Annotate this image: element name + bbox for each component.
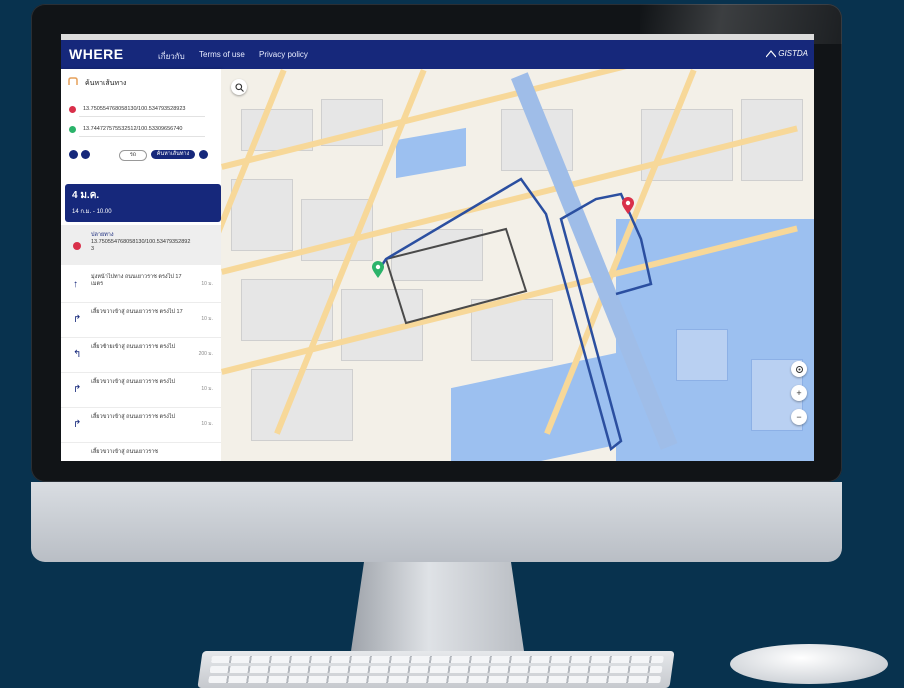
step-instruction: เลี้ยวขวาเข้าสู่ ถนนเยาวราช ตรงไป (91, 414, 176, 420)
route-alt-line (385, 227, 528, 325)
arrow-turn-right-icon: ↱ (73, 419, 82, 430)
keyboard (197, 651, 675, 688)
arrow-up-icon: ↑ (73, 279, 78, 290)
mode-car-button[interactable]: รถ (119, 150, 147, 161)
map-search-button[interactable] (231, 79, 247, 95)
step-distance: 10 ม. (201, 421, 213, 427)
top-navigation: WHERE เกี่ยวกับ Terms of use Privacy pol… (61, 40, 814, 69)
find-route-button[interactable]: ค้นหาเส้นทาง (151, 150, 195, 159)
destination-block[interactable]: ปลายทาง 13.750554768058130/100.534793528… (61, 225, 221, 265)
panel-title: ค้นหาเส้นทาง (85, 80, 127, 87)
route-duration: 14 ก.ม. - 10.00 (72, 209, 112, 215)
search-icon (234, 82, 244, 92)
route-distance: 4 ม.ค. (72, 190, 100, 201)
app-logo[interactable]: WHERE (69, 46, 124, 62)
locate-button[interactable] (791, 361, 807, 377)
nav-terms[interactable]: Terms of use (199, 50, 245, 59)
route-summary[interactable]: 4 ม.ค. 14 ก.ม. - 10.00 (65, 184, 221, 222)
arrow-turn-right-icon: ↱ (73, 384, 82, 395)
arrow-turn-right-icon: ↱ (73, 314, 82, 325)
gistda-icon (765, 49, 777, 58)
nav-about[interactable]: เกี่ยวกับ (158, 50, 185, 63)
zoom-out-button[interactable]: − (791, 409, 807, 425)
step-instruction: มุ่งหน้าไปทาง ถนนเยาวราช ตรงไป 17 เมตร (91, 274, 182, 287)
screen: WHERE เกี่ยวกับ Terms of use Privacy pol… (61, 34, 814, 461)
mouse (730, 644, 888, 684)
step-item[interactable]: ↱ เลี้ยวขวาเข้าสู่ ถนนเยาวราช ตรงไป 10 ม… (61, 408, 221, 443)
destination-label: ปลายทาง (91, 232, 114, 238)
step-item[interactable]: ↱ เลี้ยวขวาเข้าสู่ ถนนเยาวราช ตรงไป 10 ม… (61, 373, 221, 408)
destination-coord: 13.750554768058130/100.534793528923 (91, 239, 191, 252)
swap-icon[interactable] (81, 150, 90, 159)
step-item[interactable]: ↰ เลี้ยวซ้ายเข้าสู่ ถนนเยาวราช ตรงไป 200… (61, 338, 221, 373)
start-pin-icon[interactable] (371, 261, 385, 279)
monitor-stand (350, 562, 525, 658)
route-icon (68, 77, 78, 85)
route-overlay (376, 177, 653, 452)
partner-logo-text: GISTDA (778, 49, 808, 58)
step-instruction: เลี้ยวขวาเข้าสู่ ถนนเยาวราช ตรงไป (91, 379, 176, 385)
step-instruction: เลี้ยวซ้ายเข้าสู่ ถนนเยาวราช ตรงไป (91, 344, 176, 350)
nav-privacy[interactable]: Privacy policy (259, 50, 308, 59)
origin-pin-icon (69, 106, 76, 113)
step-distance: 10 ม. (201, 281, 213, 287)
origin-divider (79, 116, 205, 117)
origin-input[interactable]: 13.750554768058130/100.534793528923 (83, 106, 185, 112)
step-distance: 10 ม. (201, 386, 213, 392)
destination-divider (79, 136, 205, 137)
destination-marker-icon (73, 242, 81, 250)
options-icon[interactable] (199, 150, 208, 159)
step-item[interactable]: ↑ มุ่งหน้าไปทาง ถนนเยาวราช ตรงไป 17 เมตร… (61, 268, 221, 303)
end-pin-icon[interactable] (621, 197, 635, 215)
step-instruction: เลี้ยวขวาเข้าสู่ ถนนเยาวราช ตรงไป 17 (91, 309, 183, 315)
monitor-chin (31, 482, 842, 562)
step-instruction-partial: เลี้ยวขวาเข้าสู่ ถนนเยาวราช (91, 449, 159, 455)
destination-input[interactable]: 13.744727575532512/100.53309656740 (83, 126, 182, 132)
partner-logo: GISTDA (765, 49, 808, 58)
destination-pin-icon (69, 126, 76, 133)
directions-panel: ค้นหาเส้นทาง 13.750554768058130/100.5347… (61, 69, 221, 461)
step-distance: 10 ม. (201, 316, 213, 322)
arrow-turn-left-icon: ↰ (73, 349, 82, 360)
add-stop-icon[interactable] (69, 150, 78, 159)
route-line (376, 177, 653, 452)
locate-icon (795, 365, 803, 373)
map-canvas[interactable]: + − (221, 69, 814, 461)
step-item[interactable]: ↱ เลี้ยวขวาเข้าสู่ ถนนเยาวราช ตรงไป 17 1… (61, 303, 221, 338)
zoom-in-button[interactable]: + (791, 385, 807, 401)
step-distance: 200 ม. (198, 351, 213, 357)
